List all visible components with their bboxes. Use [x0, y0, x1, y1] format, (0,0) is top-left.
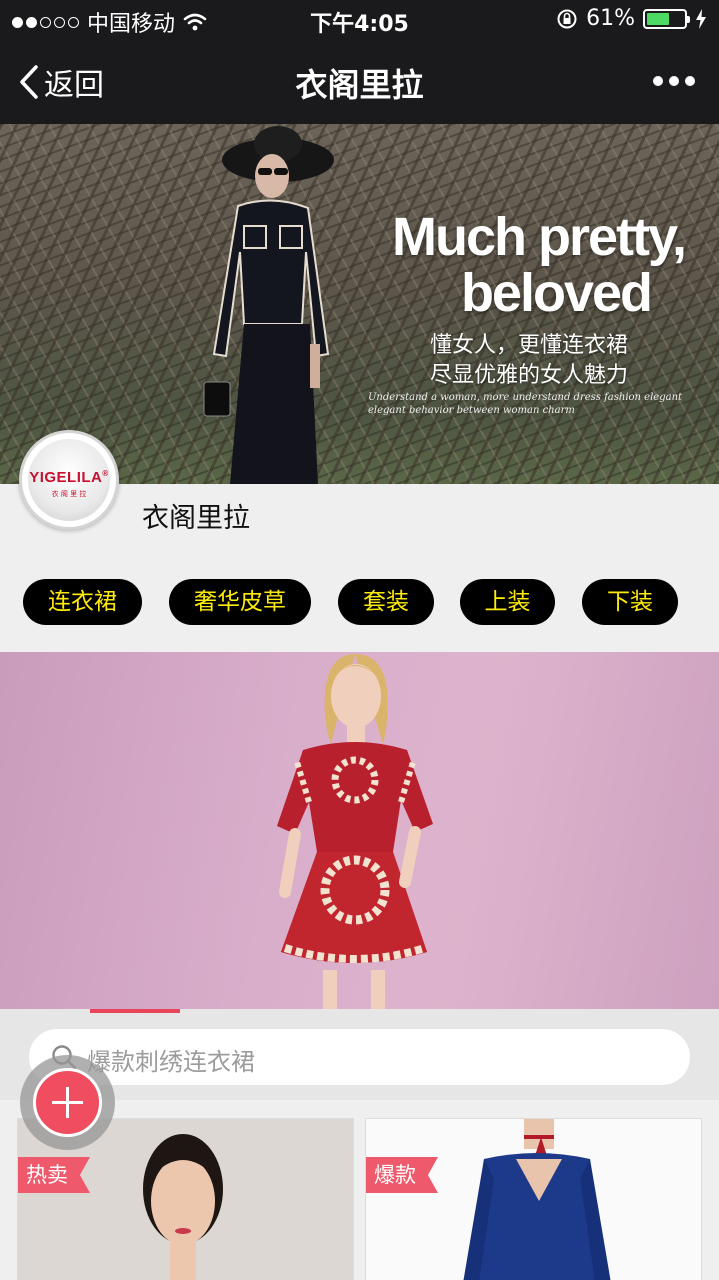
status-right: 61%	[556, 6, 707, 31]
battery-fill	[647, 12, 669, 25]
more-dot	[653, 76, 663, 86]
banner-headline: beloved	[460, 263, 653, 323]
banner-subtitle: 懂女人，更懂连衣裙	[430, 333, 629, 358]
more-options-button[interactable]	[653, 76, 695, 86]
category-tag-luxury-fur[interactable]: 奢华皮草	[169, 579, 311, 625]
search-placeholder: 爆款刺绣连衣裙	[87, 1048, 255, 1076]
carousel-indicator	[90, 1009, 180, 1013]
rotation-lock-icon	[557, 9, 577, 28]
plus-icon	[33, 1068, 102, 1137]
category-tags: 连衣裙 奢华皮草 套装 上装 下装	[23, 579, 678, 625]
navigation-bar: 返回 衣阁里拉	[0, 40, 719, 124]
store-profile: YIGELILA® 衣 阁 里 拉 衣阁里拉 连衣裙 奢华皮草 套装 上装 下装	[0, 430, 719, 652]
add-button[interactable]	[20, 1055, 115, 1150]
store-name: 衣阁里拉	[142, 503, 250, 534]
banner-caption: Understand a woman, more understand dres…	[368, 392, 683, 403]
store-banner[interactable]: Much pretty, beloved 懂女人，更懂连衣裙 尽显优雅的女人魅力…	[0, 124, 719, 484]
store-logo[interactable]: YIGELILA® 衣 阁 里 拉	[19, 430, 119, 530]
category-tag-suits[interactable]: 套装	[338, 579, 434, 625]
product-badge: 热卖	[18, 1157, 90, 1193]
category-tag-tops[interactable]: 上装	[460, 579, 555, 625]
logo-subtext: 衣 阁 里 拉	[51, 490, 87, 498]
more-dot	[685, 76, 695, 86]
product-card[interactable]: 爆款	[365, 1118, 702, 1280]
banner-headline: Much pretty,	[391, 207, 687, 267]
product-badge: 爆款	[366, 1157, 438, 1193]
banner-subtitle: 尽显优雅的女人魅力	[430, 363, 629, 388]
category-tag-bottoms[interactable]: 下装	[582, 579, 678, 625]
product-image	[366, 1119, 701, 1280]
featured-dress-model-image	[277, 654, 433, 1009]
app-root: { "status_bar": { "carrier": "中国移动", "ti…	[0, 0, 719, 1280]
battery-icon	[643, 8, 690, 29]
status-bar: 中国移动 下午4:05 61%	[0, 0, 719, 40]
page-title: 衣阁里拉	[295, 66, 424, 104]
logo-wordmark: YIGELILA®	[29, 469, 109, 486]
more-dot	[669, 76, 679, 86]
banner-caption: elegant behavior between woman charm	[368, 405, 575, 416]
category-tag-dresses[interactable]: 连衣裙	[23, 579, 142, 625]
battery-percent: 61%	[586, 6, 635, 31]
search-input[interactable]: 爆款刺绣连衣裙	[29, 1029, 690, 1085]
plus-bar	[66, 1087, 69, 1118]
charging-bolt-icon	[696, 8, 706, 29]
banner-model-image	[203, 126, 334, 484]
logo-background: YIGELILA® 衣 阁 里 拉	[28, 439, 110, 521]
featured-product-banner[interactable]	[0, 652, 719, 1009]
